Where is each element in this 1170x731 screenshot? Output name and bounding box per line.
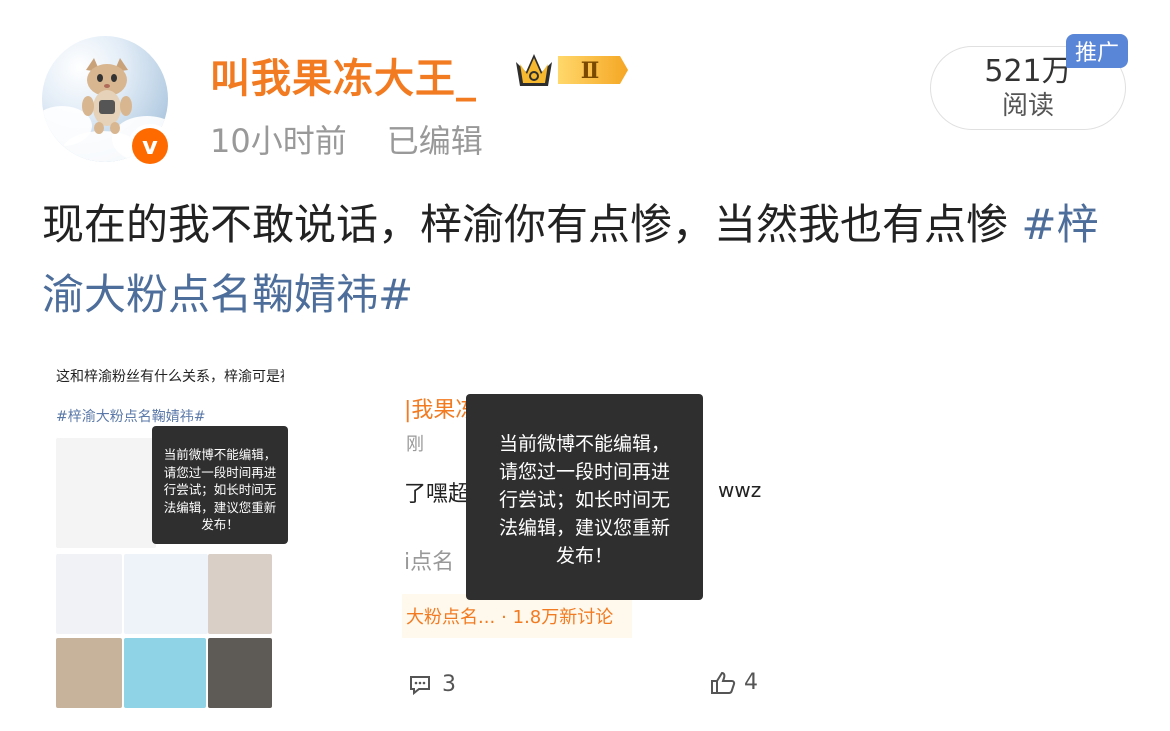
verified-badge: v <box>128 124 172 168</box>
post-text: 现在的我不敢说话，梓渝你有点惨，当然我也有点惨 <box>42 200 1009 249</box>
edit-error-toast-small: 当前微博不能编辑， 请您过一段时间再进 行尝试；如长时间无 法编辑，建议您重新 … <box>152 426 288 544</box>
toast-line: 法编辑，建议您重新 <box>498 517 670 539</box>
crown-level-icon: Ⅱ <box>516 54 628 86</box>
toast-line: 发布！ <box>201 517 239 532</box>
embedded-time: 刚 <box>406 434 424 455</box>
cat-image <box>82 58 132 134</box>
like-button[interactable]: 4 <box>710 670 758 695</box>
toast-line: 当前微博不能编辑， <box>498 433 670 455</box>
post-meta: 10小时前 已编辑 <box>210 116 483 162</box>
promo-tag: 推广 <box>1066 34 1128 68</box>
toast-line: 法编辑，建议您重新 <box>163 499 277 515</box>
like-count: 4 <box>744 670 758 695</box>
level-badge-text: Ⅱ <box>581 58 600 84</box>
reads-count: 521万 <box>984 54 1072 89</box>
thumbs-up-icon <box>711 671 736 694</box>
embedded-text-right: wwz <box>718 478 762 502</box>
edit-status[interactable]: 已编辑 <box>387 122 483 160</box>
embedded-hashtag: #梓渝大粉点名鞠婧祎# <box>56 409 206 425</box>
toast-line: 当前微博不能编辑， <box>163 447 277 462</box>
comment-icon <box>410 675 430 695</box>
embedded-title: 这和梓渝粉丝有什么关系，梓渝可是被开了黑超啊 <box>56 369 284 385</box>
topic-discussion: · 1.8万新讨论 <box>501 607 614 628</box>
comment-button[interactable]: 3 <box>408 672 456 697</box>
verified-v-icon: v <box>132 128 168 164</box>
toast-line: 发布！ <box>555 545 613 567</box>
post-content: 现在的我不敢说话，梓渝你有点惨，当然我也有点惨 #梓渝大粉点名鞠婧祎# <box>42 190 1132 330</box>
edit-error-toast-large: 当前微博不能编辑， 请您过一段时间再进 行尝试；如长时间无 法编辑，建议您重新 … <box>466 394 703 600</box>
username[interactable]: 叫我果冻大王_ <box>210 46 477 104</box>
toast-line: 行尝试；如长时间无 <box>163 482 277 497</box>
embedded-text: 了嘿超 <box>404 482 471 507</box>
post-time: 10小时前 <box>210 122 347 160</box>
topic-label: 大粉点名... <box>406 607 496 628</box>
toast-line: 请您过一段时间再进 <box>163 464 277 480</box>
embedded-hashtag: i点名 <box>404 550 455 575</box>
reads-label: 阅读 <box>1001 91 1054 121</box>
topic-bar[interactable]: 大粉点名... · 1.8万新讨论 <box>402 594 632 638</box>
comment-count: 3 <box>442 672 456 697</box>
toast-line: 行尝试；如长时间无 <box>498 489 670 511</box>
toast-line: 请您过一段时间再进 <box>498 461 670 483</box>
